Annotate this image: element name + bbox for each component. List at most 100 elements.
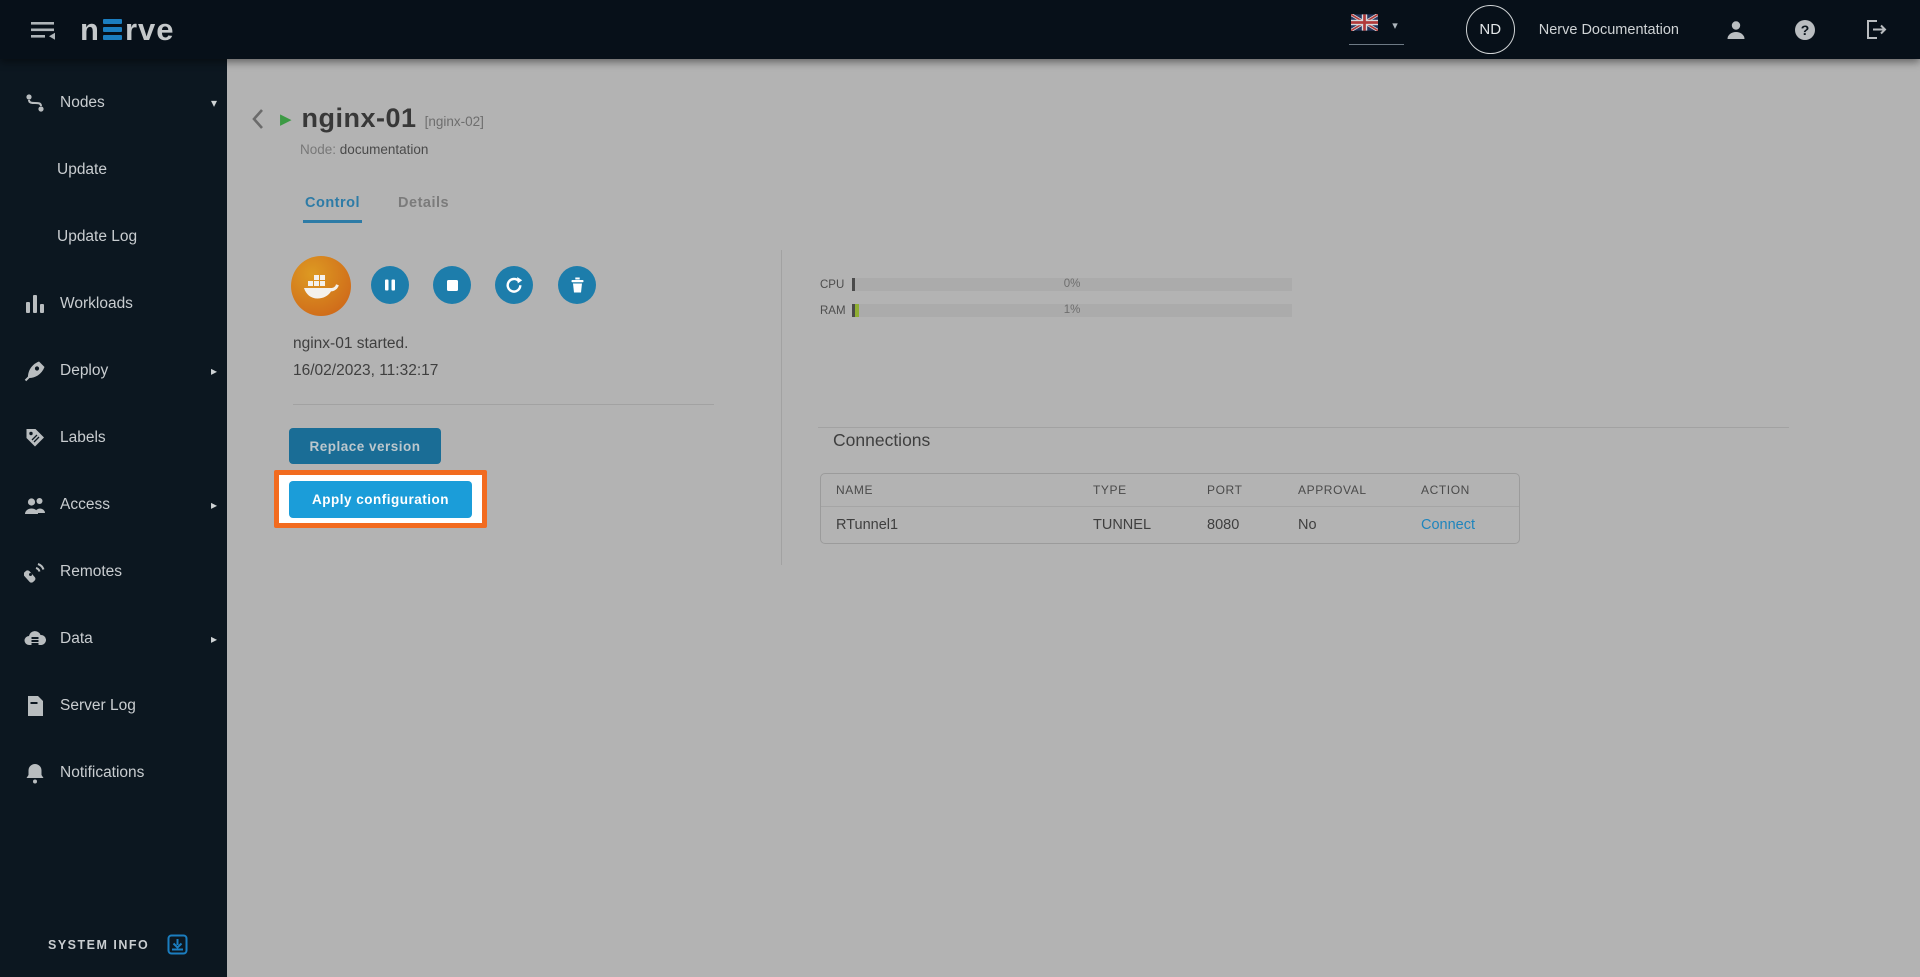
stop-button[interactable]	[433, 266, 471, 304]
table-header-row: NAME TYPE PORT APPROVAL ACTION	[821, 474, 1519, 507]
sidebar-item-label: Update Log	[57, 227, 138, 245]
rocket-icon	[23, 359, 47, 383]
connections-table: NAME TYPE PORT APPROVAL ACTION RTunnel1 …	[820, 473, 1520, 544]
chevron-right-icon: ▸	[210, 631, 217, 646]
tag-icon	[23, 426, 47, 450]
cpu-metric: CPU 0%	[820, 278, 1292, 291]
menu-toggle-icon[interactable]	[30, 19, 58, 41]
connect-link[interactable]: Connect	[1421, 517, 1519, 533]
workload-title: nginx-01	[301, 103, 417, 133]
divider	[293, 404, 714, 405]
logo-e-bars-icon	[102, 19, 122, 40]
chevron-down-icon: ▾	[210, 95, 217, 110]
sidebar-item-access[interactable]: Access ▸	[0, 471, 227, 538]
ram-value: 1%	[1063, 304, 1081, 316]
topbar-right: ▾ ND Nerve Documentation ?	[1349, 5, 1920, 54]
sidebar-item-label: Access	[60, 495, 110, 513]
workload-status-timestamp: 16/02/2023, 11:32:17	[293, 362, 439, 379]
bell-icon	[23, 761, 47, 785]
topbar: n rve ▾ ND Nerve Documentation ?	[0, 0, 1920, 59]
cloud-data-icon	[23, 627, 47, 651]
sidebar-item-server-log[interactable]: Server Log	[0, 672, 227, 739]
nodes-icon	[23, 91, 47, 115]
replace-version-button[interactable]: Replace version	[289, 428, 441, 464]
col-action: ACTION	[1421, 483, 1470, 497]
svg-text:?: ?	[1801, 22, 1810, 38]
back-button[interactable]	[248, 106, 270, 132]
chevron-right-icon: ▸	[210, 497, 217, 512]
sidebar-item-remotes[interactable]: Remotes	[0, 538, 227, 605]
user-name: Nerve Documentation	[1538, 21, 1679, 38]
pause-button[interactable]	[371, 266, 409, 304]
sidebar-item-label: Deploy	[60, 361, 109, 379]
logout-icon[interactable]	[1863, 17, 1888, 42]
table-row: RTunnel1 TUNNEL 8080 No Connect	[821, 507, 1519, 543]
workload-status-text: nginx-01 started.	[293, 335, 409, 352]
col-name: NAME	[836, 483, 874, 497]
ram-bar: 1%	[852, 304, 1292, 317]
sidebar-item-label: Remotes	[60, 562, 123, 580]
cell-type: TUNNEL	[1093, 517, 1152, 533]
system-info-icon	[167, 934, 188, 955]
ram-metric: RAM 1%	[820, 304, 1292, 317]
sidebar-item-workloads[interactable]: Workloads	[0, 270, 227, 337]
restart-button[interactable]	[495, 266, 533, 304]
sidebar-item-label: Notifications	[60, 763, 145, 781]
divider	[818, 427, 1789, 428]
node-subtitle: Node: documentation	[300, 142, 428, 157]
tab-bar: Control Details	[303, 189, 451, 223]
chevron-down-icon: ▾	[1392, 19, 1398, 32]
sidebar-item-label: Nodes	[60, 93, 105, 111]
workloads-icon	[23, 292, 47, 316]
logo-text-rve: rve	[124, 12, 175, 47]
sidebar-item-notifications[interactable]: Notifications	[0, 739, 227, 806]
cell-approval: No	[1298, 517, 1317, 533]
avatar[interactable]: ND	[1465, 5, 1515, 54]
col-approval: APPROVAL	[1298, 483, 1367, 497]
column-divider	[781, 250, 782, 565]
col-type: TYPE	[1093, 483, 1127, 497]
sidebar-item-data[interactable]: Data ▸	[0, 605, 227, 672]
sidebar-item-update-log[interactable]: Update Log	[0, 203, 227, 270]
main-content: ▶ nginx-01 [nginx-02] Node: documentatio…	[227, 59, 1920, 977]
uk-flag-icon	[1350, 13, 1380, 36]
nerve-logo: n rve	[80, 14, 174, 45]
cpu-label: CPU	[820, 278, 845, 291]
node-name: documentation	[339, 142, 429, 157]
tab-details[interactable]: Details	[396, 189, 451, 223]
workload-version-badge: [nginx-02]	[424, 114, 484, 129]
apply-configuration-button[interactable]: Apply configuration	[289, 480, 472, 518]
sidebar-item-labels[interactable]: Labels	[0, 404, 227, 471]
tutorial-highlight-box: Apply configuration	[274, 470, 487, 528]
node-label: Node:	[300, 142, 337, 157]
logo-text-n: n	[80, 12, 100, 47]
sidebar-item-update[interactable]: Update	[0, 136, 227, 203]
delete-button[interactable]	[558, 266, 596, 304]
ram-label: RAM	[820, 304, 846, 317]
document-icon	[23, 694, 47, 718]
nerve-app: n rve ▾ ND Nerve Documentation ? Nodes ▾…	[0, 0, 1920, 977]
cell-port: 8080	[1207, 517, 1240, 533]
sidebar-item-label: Server Log	[60, 696, 136, 714]
help-icon[interactable]: ?	[1793, 18, 1817, 42]
status-started-icon: ▶	[280, 110, 292, 128]
sidebar-item-label: Labels	[60, 428, 106, 446]
sidebar-item-label: Data	[60, 629, 93, 647]
sidebar-item-label: Update	[57, 160, 107, 178]
users-icon	[23, 493, 47, 517]
cpu-value: 0%	[1063, 278, 1081, 290]
avatar-initials: ND	[1479, 21, 1502, 38]
tab-control[interactable]: Control	[303, 189, 363, 223]
user-profile-icon[interactable]	[1725, 19, 1747, 41]
docker-icon	[291, 256, 351, 316]
sidebar-item-nodes[interactable]: Nodes ▾	[0, 69, 227, 136]
sidebar-item-deploy[interactable]: Deploy ▸	[0, 337, 227, 404]
system-info-label: SYSTEM INFO	[48, 937, 150, 952]
system-info-button[interactable]: SYSTEM INFO	[0, 934, 227, 955]
cell-name: RTunnel1	[836, 517, 899, 533]
sidebar-item-label: Workloads	[60, 294, 133, 312]
connections-title: Connections	[833, 430, 931, 450]
cpu-bar: 0%	[852, 278, 1292, 291]
sidebar: Nodes ▾ Update Update Log Workloads Depl…	[0, 59, 227, 977]
language-select[interactable]: ▾	[1349, 13, 1404, 45]
